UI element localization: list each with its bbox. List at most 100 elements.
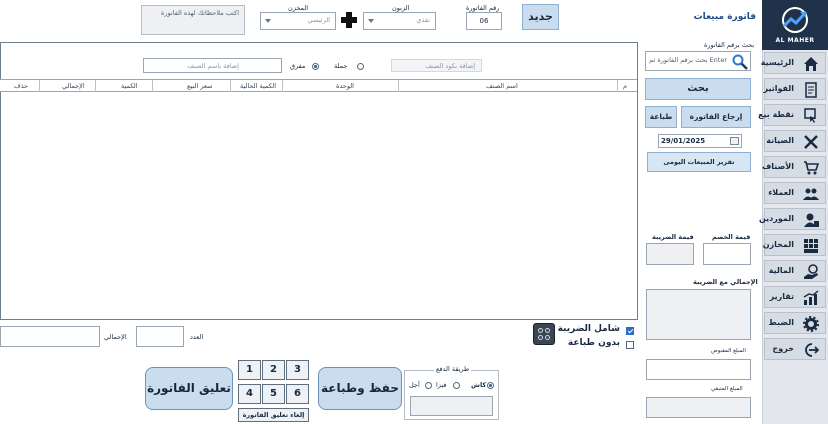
finance-icon — [804, 264, 818, 279]
retail-label: مفرق — [290, 62, 306, 70]
daily-sales-report-button[interactable]: تقرير المبيعات اليومى — [647, 152, 751, 172]
pos-icon — [804, 108, 816, 123]
include-tax-checkbox[interactable] — [626, 327, 634, 335]
payment-cash-label: كاش — [471, 381, 487, 389]
barcode-input[interactable]: إضافة بكود الصنف — [391, 59, 482, 72]
wholesale-label: جملة — [334, 62, 348, 70]
payment-visa-radio[interactable] — [453, 382, 460, 389]
column-separator — [398, 80, 399, 92]
column-header-total: الإجمالي — [62, 82, 85, 90]
no-print-label: بدون طباعة — [567, 338, 620, 348]
no-print-checkbox[interactable] — [626, 341, 634, 349]
held-invoice-key-3[interactable]: 3 — [286, 360, 309, 380]
tax-label: قيمة الضريبة — [652, 233, 694, 241]
brand-name: AL MAHER — [775, 37, 815, 44]
customer-dropdown[interactable]: نقدي — [363, 12, 436, 30]
print-button[interactable]: طباعة — [645, 106, 677, 128]
new-invoice-button[interactable]: جديد — [522, 4, 559, 30]
sidebar-item-home[interactable]: الرئيسية — [760, 52, 826, 74]
barcode-placeholder: إضافة بكود الصنف — [425, 62, 475, 70]
sidebar-item-label: الرئيسية — [760, 58, 794, 67]
tax-field — [646, 243, 694, 265]
sidebar-item-settings[interactable]: الضبط — [764, 312, 826, 334]
notes-field[interactable]: اكتب ملاحظاتك لهذه الفاتورة — [141, 5, 245, 35]
wholesale-radio[interactable] — [357, 63, 364, 70]
sidebar-item-label: العملاء — [768, 188, 794, 197]
payment-credit-label: آجل — [409, 381, 420, 389]
item-name-placeholder: إضافة باسم الصنف — [187, 62, 239, 70]
sidebar-item-items[interactable]: الأصناف — [762, 156, 826, 178]
invoice-search-label: بحث برقم الفاتورة — [704, 41, 755, 49]
invoice-number-value: 06 — [479, 17, 489, 25]
customer-label: الزبون — [392, 4, 410, 12]
discount-field[interactable] — [703, 243, 751, 265]
hold-invoice-button[interactable]: تعليق الفاتورة F6 — [145, 367, 233, 424]
cart-icon — [804, 161, 819, 175]
sidebar-item-finance[interactable]: المالية — [764, 260, 826, 282]
item-name-input[interactable]: إضافة باسم الصنف — [143, 58, 282, 73]
sidebar-item-warehouses[interactable]: المخازن — [762, 234, 826, 256]
retail-radio[interactable] — [312, 63, 319, 70]
sidebar-item-suppliers[interactable]: الموردين — [759, 208, 826, 230]
total-with-tax-field — [646, 289, 751, 340]
items-grid-body[interactable] — [1, 93, 637, 319]
include-tax-label: شامل الضريبة — [557, 324, 620, 334]
warehouse-dropdown[interactable]: الرئيسي — [260, 12, 336, 30]
sidebar-item-label: الضبط — [768, 318, 794, 327]
payment-method-label: طريقة الدفع — [434, 365, 472, 373]
keypad-icon[interactable] — [533, 323, 555, 345]
tools-icon — [804, 135, 818, 149]
warehouse-label: المخزن — [288, 4, 309, 12]
payment-visa-label: فيزا — [436, 381, 447, 389]
sidebar-item-label: تقارير — [769, 292, 794, 301]
date-picker[interactable]: 29/01/2025 — [658, 134, 742, 148]
supplier-icon — [804, 213, 819, 227]
invoice-search-input[interactable]: بحث برقم الفاتورة ثم Enter — [645, 51, 751, 71]
return-invoice-button[interactable]: إرجاع الفاتورة — [681, 106, 751, 128]
sidebar-item-logout[interactable]: خروج — [764, 338, 826, 360]
invoice-number-field: 06 — [466, 12, 502, 30]
held-invoice-key-4[interactable]: 4 — [238, 384, 261, 404]
count-field — [136, 326, 184, 347]
search-icon[interactable] — [732, 54, 748, 70]
discount-label: قيمة الخصم — [712, 233, 751, 241]
payment-cash-radio[interactable] — [487, 382, 494, 389]
customer-value: نقدي — [416, 16, 430, 24]
column-separator — [39, 80, 40, 92]
held-invoice-key-1[interactable]: 1 — [238, 360, 261, 380]
sidebar-item-pos[interactable]: نقطة بيع — [758, 104, 826, 126]
sidebar-item-label: خروج — [772, 344, 794, 353]
add-customer-icon[interactable] — [341, 12, 357, 28]
sidebar-item-reports[interactable]: تقارير — [764, 286, 826, 308]
cancel-hold-button[interactable]: إلغاء تعليق الفاتورة — [238, 408, 309, 422]
invoice-icon — [805, 82, 817, 98]
chevron-down-icon — [265, 19, 271, 23]
held-invoice-key-2[interactable]: 2 — [262, 360, 285, 380]
notes-placeholder: اكتب ملاحظاتك لهذه الفاتورة — [161, 9, 239, 17]
column-separator — [95, 80, 96, 92]
remaining-amount-label: المبلغ المتبقي — [711, 386, 743, 392]
warehouse-value: الرئيسي — [307, 16, 330, 24]
received-amount-field[interactable] — [646, 359, 751, 380]
logout-icon — [805, 343, 819, 357]
held-invoice-key-5[interactable]: 5 — [262, 384, 285, 404]
total-with-tax-label: الإجمالي مع الضريبة — [693, 278, 758, 286]
sidebar-item-customers[interactable]: العملاء — [764, 182, 826, 204]
chevron-down-icon — [368, 19, 374, 23]
calendar-dropdown-icon[interactable] — [730, 137, 739, 145]
sidebar-item-label: المالية — [768, 266, 794, 275]
column-separator — [617, 80, 618, 92]
sidebar-item-invoices[interactable]: الفواتير — [763, 78, 826, 100]
gear-icon — [803, 316, 819, 332]
column-header-current-qty: الكمية الحالية — [240, 82, 277, 90]
sidebar-item-maintenance[interactable]: الصيانة — [764, 130, 826, 152]
column-header-unit: الوحدة — [336, 82, 354, 90]
held-invoice-key-6[interactable]: 6 — [286, 384, 309, 404]
app-logo: AL MAHER — [762, 0, 828, 50]
payment-amount-field[interactable] — [410, 396, 493, 416]
search-button[interactable]: بحث — [645, 78, 751, 100]
save-and-print-button[interactable]: حفظ وطباعة F2 — [318, 367, 402, 424]
sidebar-item-label: المخازن — [762, 240, 794, 249]
warehouse-icon — [804, 239, 818, 253]
payment-credit-radio[interactable] — [425, 382, 432, 389]
